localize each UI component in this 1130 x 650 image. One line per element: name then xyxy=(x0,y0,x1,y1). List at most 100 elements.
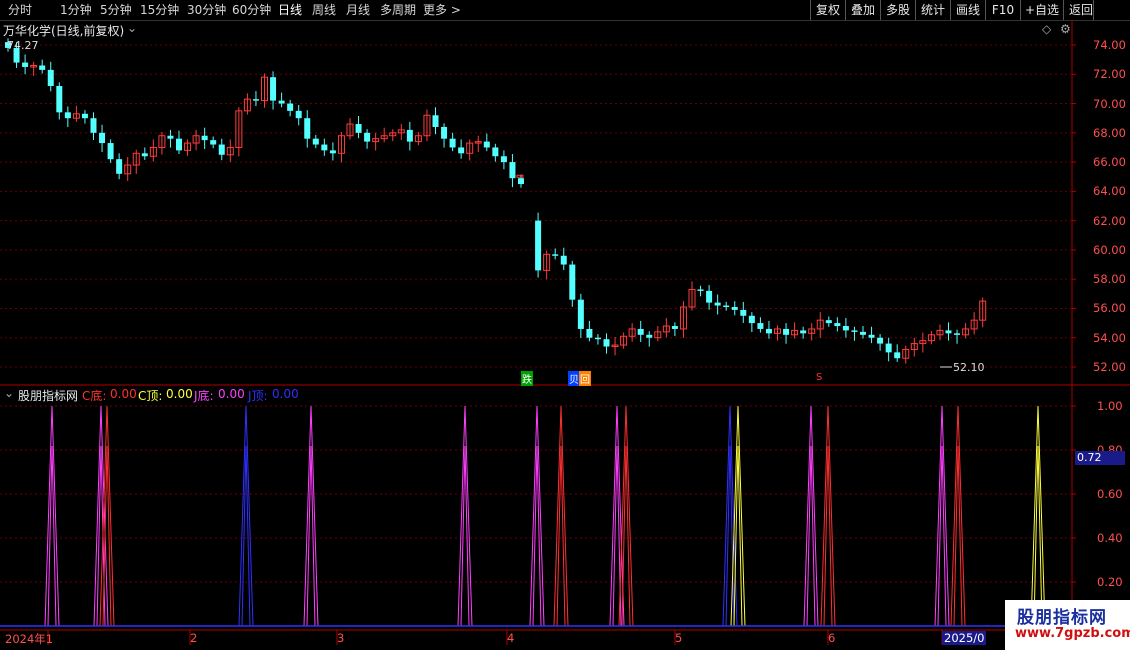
candle-down xyxy=(141,153,148,157)
price-tick-label: 66.00 xyxy=(1093,155,1126,170)
candle-down xyxy=(116,159,123,174)
c-bottom-label: C底: xyxy=(82,389,107,403)
indicator-chevron-icon[interactable]: ⌄ xyxy=(4,386,14,400)
watermark-url: www.7gpzb.com xyxy=(1015,626,1130,641)
candle-down xyxy=(945,330,952,334)
indicator-spike xyxy=(1033,445,1043,627)
candle-down xyxy=(483,141,490,148)
candle-down xyxy=(355,124,362,133)
candle-down xyxy=(860,331,866,335)
indicator-spike xyxy=(553,405,569,627)
candle-down xyxy=(748,315,755,324)
price-tick-label: 52.00 xyxy=(1093,360,1126,374)
candle-down xyxy=(646,334,653,338)
indicator-spike xyxy=(44,405,60,627)
candle-down xyxy=(954,333,961,335)
candle-down xyxy=(706,290,713,303)
indicator-spike xyxy=(457,405,473,627)
low-price-label: 52.10 xyxy=(953,361,985,374)
indicator-name: 股朋指标网 xyxy=(18,389,79,403)
signal-down-label: 跌 xyxy=(521,371,533,386)
candle-down xyxy=(329,150,336,154)
candle-down xyxy=(321,144,328,151)
candle-down xyxy=(825,320,832,324)
j-bottom-value: 0.00 xyxy=(218,387,245,401)
watermark-title: 股朋指标网 xyxy=(1017,608,1107,628)
c-bottom-value: 0.00 xyxy=(110,387,137,401)
price-tick-label: 54.00 xyxy=(1093,330,1126,345)
j-bottom-label: J底: xyxy=(194,389,214,403)
price-tick-label: 74.00 xyxy=(1093,38,1126,52)
candle-down xyxy=(757,323,764,329)
candle-down xyxy=(449,138,456,148)
candle-down xyxy=(56,85,63,113)
candle-down xyxy=(432,115,439,127)
date-label-may: 5 xyxy=(675,631,683,645)
candle-down xyxy=(518,178,524,185)
candle-down xyxy=(868,334,875,338)
candle-down xyxy=(765,328,772,334)
indicator-spike xyxy=(950,405,966,627)
price-tick-label: 56.00 xyxy=(1093,301,1126,316)
price-tick-label: 72.00 xyxy=(1093,67,1126,82)
candle-down xyxy=(603,339,610,347)
candle-down xyxy=(714,302,721,306)
indicator-spike xyxy=(241,445,251,627)
candle-down xyxy=(406,129,413,142)
indicator-spike xyxy=(238,405,254,627)
settings-icon[interactable]: ⚙ xyxy=(1060,22,1071,36)
indicator-tick-label: 0.60 xyxy=(1097,487,1123,501)
candle-down xyxy=(218,144,225,155)
candle-down xyxy=(99,132,106,144)
candle-down xyxy=(697,289,704,291)
candle-up xyxy=(516,174,524,178)
candle-down xyxy=(312,138,319,145)
candle-down xyxy=(201,135,208,141)
signal-s-label: S xyxy=(816,372,823,383)
candle-down xyxy=(500,156,507,163)
candle-down xyxy=(295,110,302,119)
candle-down xyxy=(594,337,601,340)
price-tick-label: 58.00 xyxy=(1093,272,1126,287)
date-label-mar: 3 xyxy=(337,631,345,645)
candle-down xyxy=(210,140,217,145)
candle-down xyxy=(22,62,29,67)
candle-down xyxy=(851,330,858,332)
indicator-spike xyxy=(733,445,743,627)
candle-down xyxy=(81,113,88,119)
indicator-spike xyxy=(532,445,542,627)
j-top-value: 0.00 xyxy=(272,387,299,401)
candle-down xyxy=(509,162,516,179)
candle-down xyxy=(731,306,738,310)
candle-down xyxy=(287,103,294,111)
date-cursor-label: 2025/0 xyxy=(942,631,987,645)
cursor-value-badge: 0.72 xyxy=(1075,451,1125,465)
candle-down xyxy=(560,255,567,265)
c-top-label: C顶: xyxy=(138,389,163,403)
indicator-spike xyxy=(820,405,836,627)
date-label-jan: 2024年1 xyxy=(5,632,54,646)
candle-down xyxy=(47,69,54,86)
diamond-icon[interactable]: ◇ xyxy=(1042,22,1051,36)
candle-down xyxy=(270,77,277,101)
chevron-down-icon[interactable]: ⌄ xyxy=(127,21,137,35)
candle-down xyxy=(577,299,584,329)
indicator-spike xyxy=(306,445,316,627)
candle-down xyxy=(894,352,901,359)
price-tick-label: 60.00 xyxy=(1093,242,1126,257)
candle-down xyxy=(535,220,542,271)
candle-down xyxy=(167,135,174,139)
price-tick-label: 68.00 xyxy=(1093,125,1126,140)
price-tick-label: 64.00 xyxy=(1093,184,1126,199)
chart-canvas[interactable] xyxy=(0,0,1130,650)
indicator-spike xyxy=(618,405,634,627)
date-label-apr: 4 xyxy=(507,631,515,645)
high-price-label: 74.27 xyxy=(7,39,39,52)
candle-down xyxy=(842,326,849,331)
date-label-jun: 6 xyxy=(828,631,836,645)
price-tick-label: 70.00 xyxy=(1093,96,1126,111)
signal-hui-label: 回 xyxy=(579,371,591,386)
candle-down xyxy=(278,100,285,104)
price-tick-label: 62.00 xyxy=(1093,213,1126,228)
indicator-spike xyxy=(1030,405,1046,627)
